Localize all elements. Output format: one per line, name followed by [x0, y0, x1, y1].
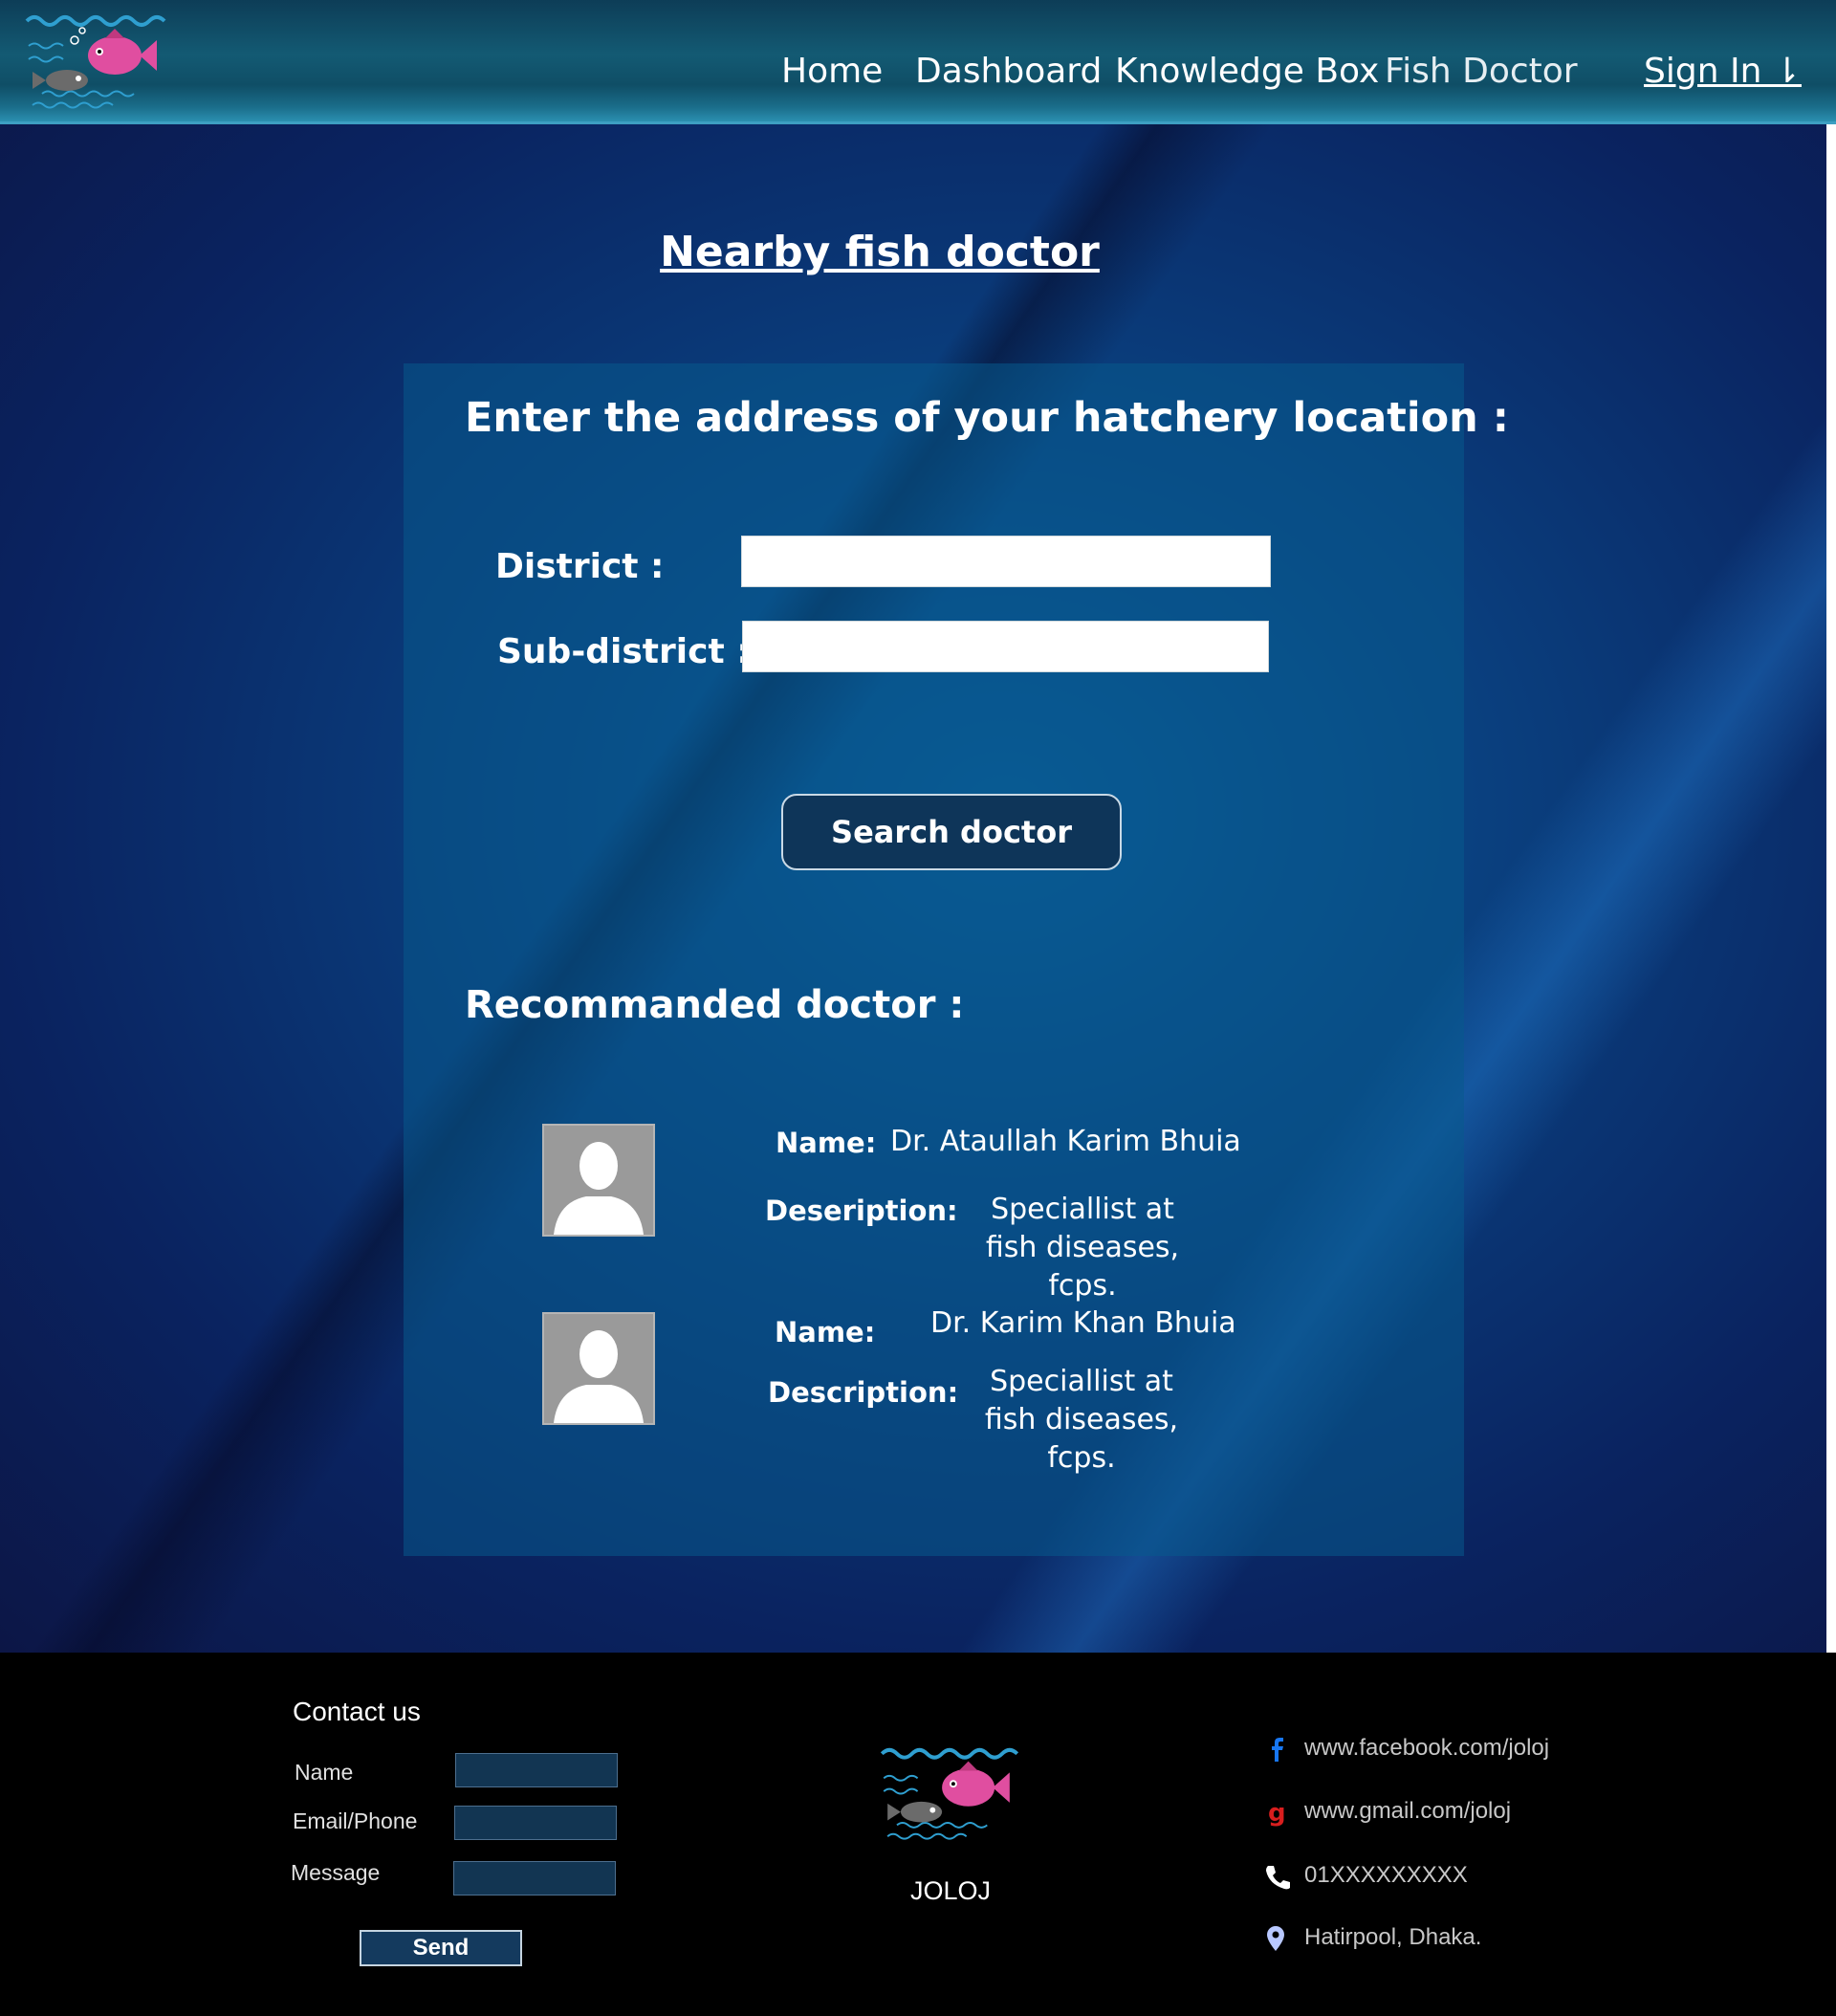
- joloj-logo-icon: [880, 1747, 1019, 1840]
- doctor-description: Speciallist at fish diseases, fcps.: [985, 1193, 1180, 1303]
- district-input[interactable]: [741, 536, 1271, 587]
- doctor-desc-label: Deseription:: [765, 1194, 958, 1227]
- person-silhouette-icon: [554, 1142, 644, 1235]
- svg-text:g: g: [1268, 1799, 1286, 1828]
- location-pin-icon: [1267, 1926, 1284, 1951]
- doctor-desc-label: Description:: [768, 1376, 959, 1409]
- nav-fish-doctor[interactable]: Fish Doctor: [1385, 52, 1578, 91]
- search-doctor-button[interactable]: Search doctor: [781, 794, 1122, 870]
- phone-icon: [1266, 1866, 1290, 1890]
- footer-message-input[interactable]: [453, 1861, 616, 1895]
- phone-text: 01XXXXXXXXX: [1304, 1862, 1468, 1888]
- person-silhouette-icon: [554, 1330, 644, 1423]
- contact-us-title: Contact us: [293, 1697, 421, 1726]
- footer-name-label: Name: [295, 1760, 354, 1785]
- footer-email-input[interactable]: [454, 1806, 617, 1840]
- doctor-name-label: Name:: [776, 1127, 877, 1159]
- facebook-icon: [1272, 1738, 1283, 1762]
- nav-dashboard[interactable]: Dashboard: [915, 52, 1102, 91]
- google-icon: g: [1268, 1799, 1286, 1828]
- brand-name: JOLOJ: [910, 1876, 992, 1905]
- top-nav-bar: Home Dashboard Knowledge Box Fish Doctor…: [0, 0, 1836, 124]
- footer-email-label: Email/Phone: [293, 1808, 418, 1833]
- district-label: District :: [495, 547, 665, 586]
- nav-home[interactable]: Home: [781, 52, 883, 91]
- doctor-name: Dr. Karim Khan Bhuia: [930, 1306, 1236, 1340]
- footer-message-label: Message: [291, 1860, 381, 1885]
- doctor-name-label: Name:: [775, 1316, 876, 1348]
- doctor-name: Dr. Ataullah Karim Bhuia: [890, 1125, 1241, 1158]
- form-heading: Enter the address of your hatchery locat…: [465, 394, 1509, 442]
- recommended-heading: Recommanded doctor :: [465, 983, 965, 1027]
- subdistrict-input[interactable]: [742, 621, 1269, 672]
- facebook-text: www.facebook.com/joloj: [1304, 1735, 1550, 1761]
- page-title: Nearby fish doctor: [660, 228, 1100, 276]
- address-text: Hatirpool, Dhaka.: [1304, 1924, 1482, 1950]
- send-button[interactable]: Send: [360, 1930, 522, 1966]
- subdistrict-label: Sub-district :: [497, 632, 751, 671]
- scroll-edge: [1826, 124, 1836, 1653]
- joloj-logo-icon[interactable]: [23, 10, 166, 117]
- footer-name-input[interactable]: [455, 1753, 618, 1787]
- doctor-description: Speciallist at fish diseases, fcps.: [984, 1365, 1179, 1475]
- nav-knowledge-box[interactable]: Knowledge Box: [1115, 52, 1379, 91]
- doctor-avatar: [542, 1124, 655, 1237]
- doctor-avatar: [542, 1312, 655, 1425]
- sign-in-link[interactable]: Sign In ⇂: [1644, 52, 1802, 91]
- gmail-text: www.gmail.com/joloj: [1304, 1798, 1512, 1824]
